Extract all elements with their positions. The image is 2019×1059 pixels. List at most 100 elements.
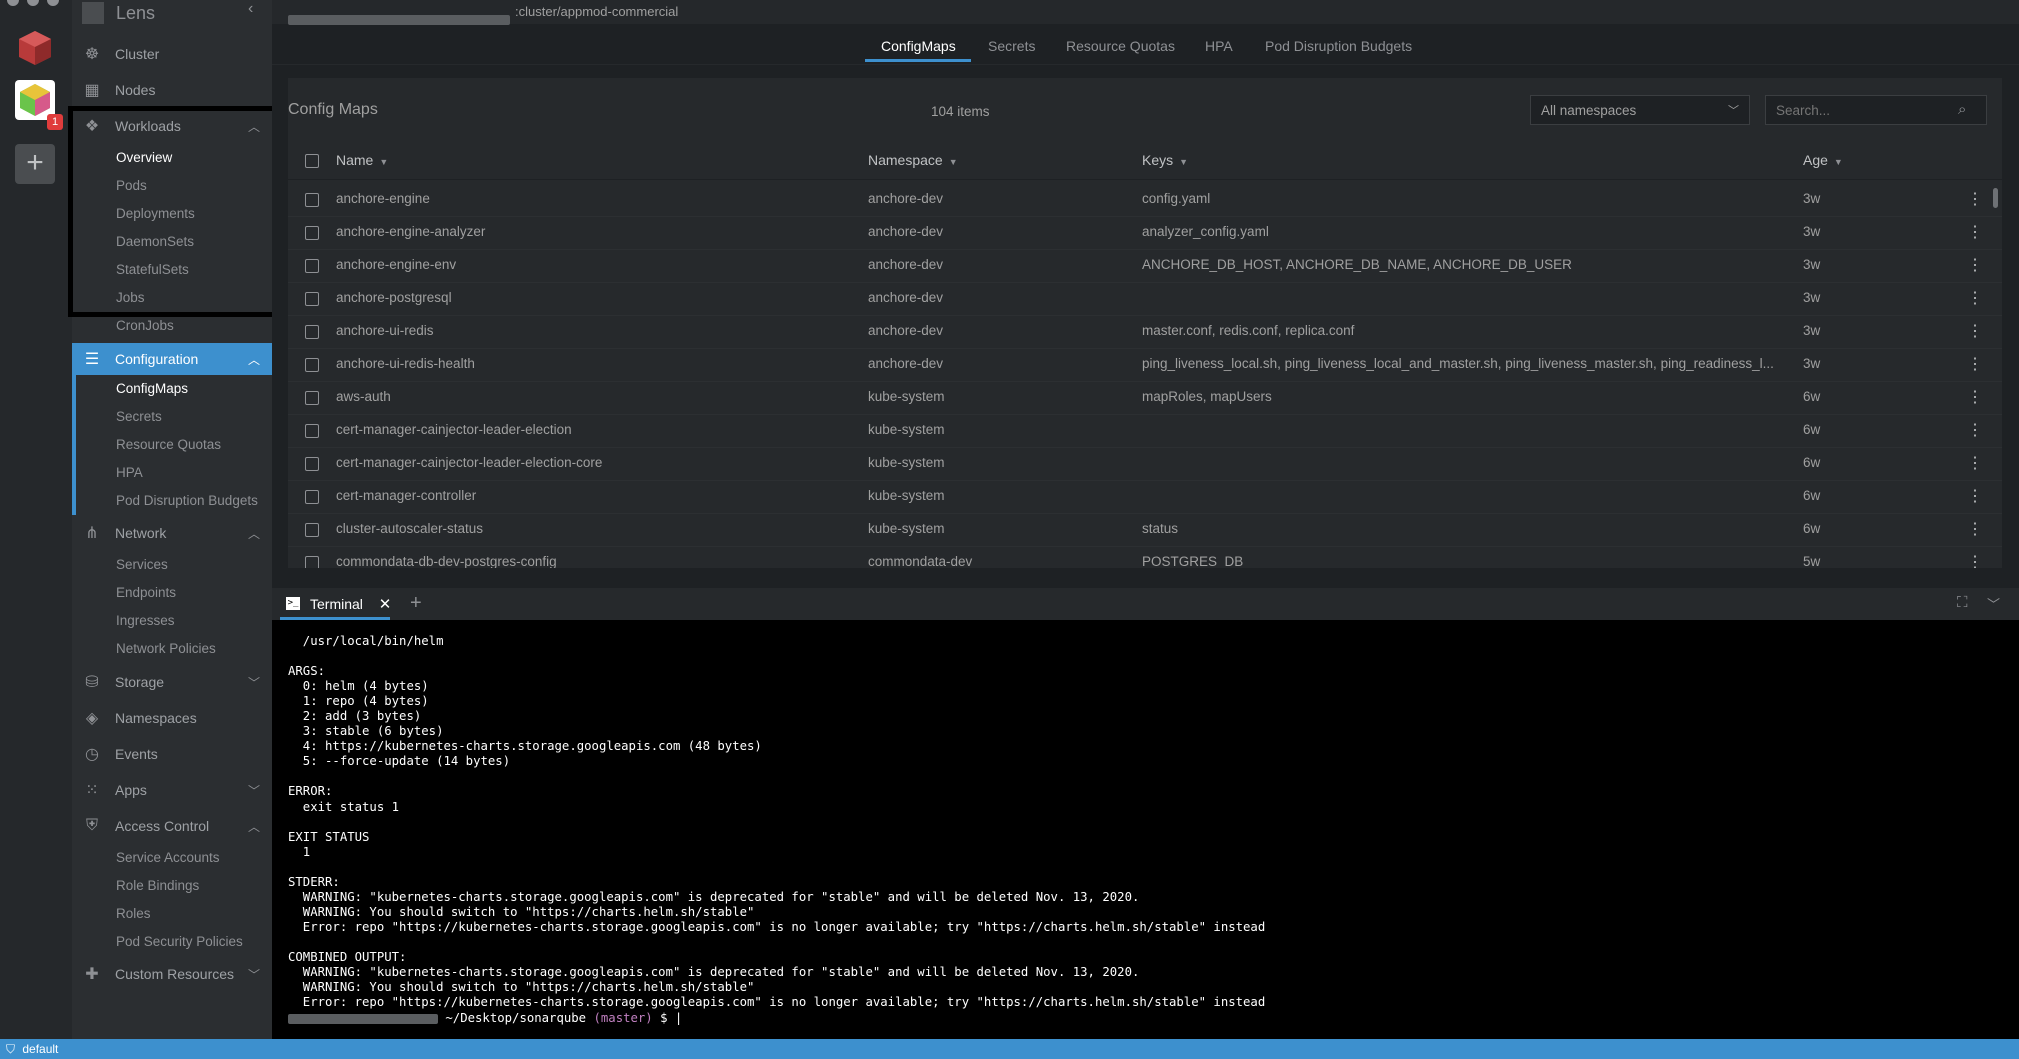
sidebar-item-cronjobs[interactable]: CronJobs xyxy=(116,316,174,336)
zoom-window-icon[interactable] xyxy=(47,0,59,6)
table-row[interactable]: anchore-ui-redis-health anchore-dev ping_l… xyxy=(288,348,2002,382)
row-age: 6w xyxy=(1803,521,1821,536)
row-namespace: commondata-dev xyxy=(868,554,973,568)
row-menu-icon[interactable]: ⋮ xyxy=(1967,354,1983,374)
row-checkbox[interactable] xyxy=(305,193,319,207)
row-checkbox[interactable] xyxy=(305,391,319,405)
row-name: commondata-db-dev-postgres-config xyxy=(336,554,557,568)
row-checkbox[interactable] xyxy=(305,292,319,306)
row-menu-icon[interactable]: ⋮ xyxy=(1967,453,1983,473)
sidebar-item-endpoints[interactable]: Endpoints xyxy=(116,583,176,603)
sidebar-item-access-control[interactable]: ⛨ Access Control ︿ xyxy=(72,812,272,840)
close-window-icon[interactable] xyxy=(7,0,19,6)
row-menu-icon[interactable]: ⋮ xyxy=(1967,420,1983,440)
row-namespace: anchore-dev xyxy=(868,323,944,338)
chevron-down-icon[interactable]: ﹀ xyxy=(1987,594,2000,613)
sidebar-item-roles[interactable]: Roles xyxy=(116,904,151,924)
row-checkbox[interactable] xyxy=(305,424,319,438)
table-row[interactable]: commondata-db-dev-postgres-config commond… xyxy=(288,546,2002,568)
table-row[interactable]: cert-manager-controller kube-system 6w ⋮ xyxy=(288,480,2002,514)
sidebar-item-secrets[interactable]: Secrets xyxy=(116,407,162,427)
table-row[interactable]: anchore-engine-analyzer anchore-dev analyz… xyxy=(288,216,2002,250)
row-checkbox[interactable] xyxy=(305,259,319,273)
layers-icon: ◈ xyxy=(85,710,99,727)
row-menu-icon[interactable]: ⋮ xyxy=(1967,255,1983,275)
row-checkbox[interactable] xyxy=(305,490,319,504)
table-scrollbar[interactable] xyxy=(1993,188,1998,208)
cluster-dock: 1 + xyxy=(0,0,72,1039)
row-menu-icon[interactable]: ⋮ xyxy=(1967,519,1983,539)
terminal-panel[interactable]: /usr/local/bin/helm ARGS: 0: helm (4 byt… xyxy=(272,620,2019,1039)
table-row[interactable]: anchore-engine anchore-dev config.yaml 3w ⋮ xyxy=(288,183,2002,217)
row-keys: config.yaml xyxy=(1142,191,1211,206)
table-row[interactable]: cluster-autoscaler-status kube-system stat… xyxy=(288,513,2002,547)
row-menu-icon[interactable]: ⋮ xyxy=(1967,552,1983,568)
row-checkbox[interactable] xyxy=(305,358,319,372)
cluster-icon-active[interactable]: 1 xyxy=(15,80,63,130)
new-tab-plus-icon[interactable]: + xyxy=(410,592,422,615)
collapse-sidebar-icon[interactable]: ‹ xyxy=(248,0,253,18)
row-menu-icon[interactable]: ⋮ xyxy=(1967,288,1983,308)
row-menu-icon[interactable]: ⋮ xyxy=(1967,486,1983,506)
row-menu-icon[interactable]: ⋮ xyxy=(1967,321,1983,341)
sidebar-item-resource-quotas[interactable]: Resource Quotas xyxy=(116,435,221,455)
sidebar-item-cluster[interactable]: ☸ Cluster xyxy=(72,40,272,68)
chevron-down-icon: ﹀ xyxy=(247,967,260,982)
row-namespace: kube-system xyxy=(868,422,945,437)
chevron-down-icon: ﹀ xyxy=(247,783,260,798)
sidebar-item-services[interactable]: Services xyxy=(116,555,168,575)
notification-badge: 1 xyxy=(47,114,63,130)
chevron-up-icon: ︿ xyxy=(247,352,260,367)
sidebar-item-pod-security-policies[interactable]: Pod Security Policies xyxy=(116,932,243,952)
sidebar-item-namespaces[interactable]: ◈ Namespaces xyxy=(72,704,272,732)
row-checkbox[interactable] xyxy=(305,457,319,471)
sidebar-item-pod-disruption-budgets[interactable]: Pod Disruption Budgets xyxy=(116,491,258,511)
row-menu-icon[interactable]: ⋮ xyxy=(1967,189,1983,209)
sidebar-item-network-policies[interactable]: Network Policies xyxy=(116,639,216,659)
table-row[interactable]: anchore-postgresql anchore-dev 3w ⋮ xyxy=(288,282,2002,316)
minimize-window-icon[interactable] xyxy=(27,0,39,6)
sidebar-item-service-accounts[interactable]: Service Accounts xyxy=(116,848,220,868)
row-menu-icon[interactable]: ⋮ xyxy=(1967,222,1983,242)
window-controls xyxy=(0,0,72,10)
table-row[interactable]: anchore-ui-redis anchore-dev master.conf, … xyxy=(288,315,2002,349)
table-row[interactable]: cert-manager-cainjector-leader-election-… xyxy=(288,447,2002,481)
terminal-tab[interactable]: >_ Terminal ✕ xyxy=(286,588,391,620)
close-icon[interactable]: ✕ xyxy=(379,596,392,613)
row-menu-icon[interactable]: ⋮ xyxy=(1967,387,1983,407)
cluster-icon-red[interactable] xyxy=(15,28,55,68)
row-checkbox[interactable] xyxy=(305,523,319,537)
sidebar-item-nodes[interactable]: ▦ Nodes xyxy=(72,76,272,104)
table-row[interactable]: cert-manager-cainjector-leader-election k… xyxy=(288,414,2002,448)
configuration-group-indicator xyxy=(72,375,76,515)
fullscreen-icon[interactable]: ⛶ xyxy=(1957,594,1968,611)
sidebar-item-ingresses[interactable]: Ingresses xyxy=(116,611,175,631)
add-cluster-icon[interactable]: + xyxy=(15,144,55,184)
sidebar-item-hpa[interactable]: HPA xyxy=(116,463,143,483)
row-keys: analyzer_config.yaml xyxy=(1142,224,1269,239)
sidebar-item-storage[interactable]: ⛁ Storage ﹀ xyxy=(72,668,272,696)
sidebar-item-apps[interactable]: ⁙ Apps ﹀ xyxy=(72,776,272,804)
app-title: Lens xyxy=(116,2,156,23)
chevron-up-icon: ︿ xyxy=(247,819,260,834)
row-namespace: kube-system xyxy=(868,521,945,536)
row-checkbox[interactable] xyxy=(305,325,319,339)
row-checkbox[interactable] xyxy=(305,556,319,568)
row-age: 3w xyxy=(1803,290,1821,305)
table-row[interactable]: anchore-engine-env anchore-dev ANCHORE_DB_… xyxy=(288,249,2002,283)
sidebar-item-role-bindings[interactable]: Role Bindings xyxy=(116,876,199,896)
table-body: anchore-engine anchore-dev config.yaml 3w ⋮ … xyxy=(272,0,2019,568)
row-namespace: kube-system xyxy=(868,488,945,503)
row-name: anchore-engine-analyzer xyxy=(336,224,486,239)
row-checkbox[interactable] xyxy=(305,226,319,240)
sidebar-item-network[interactable]: ⋔ Network ︿ xyxy=(72,519,272,547)
row-namespace: kube-system xyxy=(868,455,945,470)
lens-logo-icon xyxy=(82,2,104,24)
sidebar-item-events[interactable]: ◷ Events xyxy=(72,740,272,768)
kube-context[interactable]: default xyxy=(22,1042,58,1056)
row-name: aws-auth xyxy=(336,389,391,404)
sidebar-item-configmaps[interactable]: ConfigMaps xyxy=(116,379,188,399)
table-row[interactable]: aws-auth kube-system mapRoles, mapUsers 6w ⋮ xyxy=(288,381,2002,415)
sidebar-item-custom-resources[interactable]: ✚ Custom Resources ﹀ xyxy=(72,960,272,988)
sidebar-item-configuration[interactable]: ☰ Configuration ︿ xyxy=(72,343,272,375)
